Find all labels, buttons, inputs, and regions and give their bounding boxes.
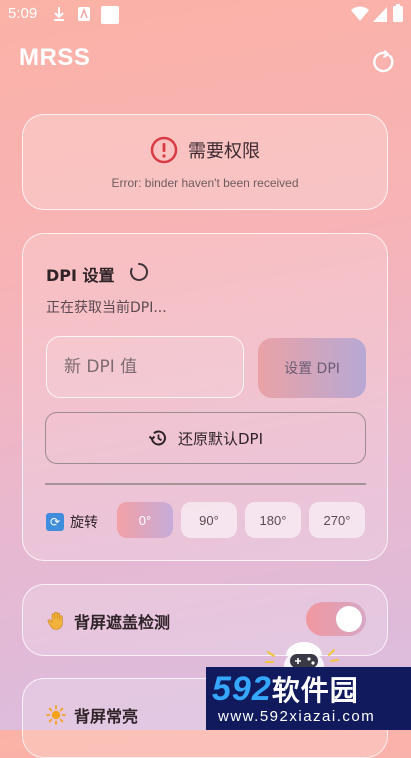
status-time: 5:09 [8,5,38,22]
refresh-icon[interactable] [370,48,396,74]
divider [45,483,366,485]
permission-title: 需要权限 [188,141,260,162]
rotation-option-label: 180° [259,512,287,528]
rotation-option-0[interactable]: 0° [117,502,173,538]
rotation-option-270[interactable]: 270° [309,502,365,538]
rotate-icon: ⟳ [46,513,64,531]
battery-icon [393,4,403,22]
set-dpi-button[interactable]: 设置 DPI [258,338,366,398]
rotation-option-90[interactable]: 90° [181,502,237,538]
always-on-label-group: 背屏常亮 [46,703,138,727]
rotation-label: 旋转 [70,515,98,531]
restore-default-dpi-label: 还原默认DPI [177,429,264,448]
cover-detection-label-group: 背屏遮盖检测 [46,609,170,633]
rotation-option-label: 270° [323,512,351,528]
status-bar: 5:09 [0,0,411,30]
dpi-title: DPI 设置 [46,266,115,285]
rotation-option-label: 90° [199,512,219,528]
cover-detection-label: 背屏遮盖检测 [74,613,171,632]
watermark-number: 592 [212,670,272,708]
download-icon [54,7,64,21]
history-icon [148,430,166,446]
wifi-icon [351,6,369,21]
app-notification-icon [78,7,90,21]
sun-icon [46,705,66,725]
set-dpi-label: 设置 DPI [284,361,340,377]
watermark-brand-text: 软件园 [271,674,359,707]
loading-spinner-icon [130,262,148,281]
permission-header: 需要权限 [23,135,387,165]
always-on-label: 背屏常亮 [74,707,139,726]
cover-detection-toggle[interactable] [306,602,366,636]
square-notification-icon [101,6,119,24]
watermark-logo: 592软件园 www.592xiazai.com [206,667,411,730]
watermark-url: www.592xiazai.com [218,708,376,725]
signal-icon [373,7,387,22]
watermark-brand: 592软件园 [212,669,359,709]
permission-card: 需要权限 Error: binder haven't been received [22,114,388,210]
rotation-option-180[interactable]: 180° [245,502,301,538]
hand-icon [47,611,63,630]
restore-default-dpi-button[interactable]: 还原默认DPI [45,412,366,464]
dpi-status-text: 正在获取当前DPI... [46,300,167,316]
toggle-knob [336,606,362,632]
permission-error-text: Error: binder haven't been received [111,176,299,190]
app-title: MRSS [19,44,91,71]
rotation-label-group: ⟳ 旋转 [46,512,98,532]
error-icon [150,136,178,164]
dpi-settings-card: DPI 设置 正在获取当前DPI... 设置 DPI 还原默认DPI ⟳ 旋转 … [22,233,388,561]
new-dpi-input[interactable] [46,336,244,398]
rotation-option-label: 0° [138,512,152,528]
